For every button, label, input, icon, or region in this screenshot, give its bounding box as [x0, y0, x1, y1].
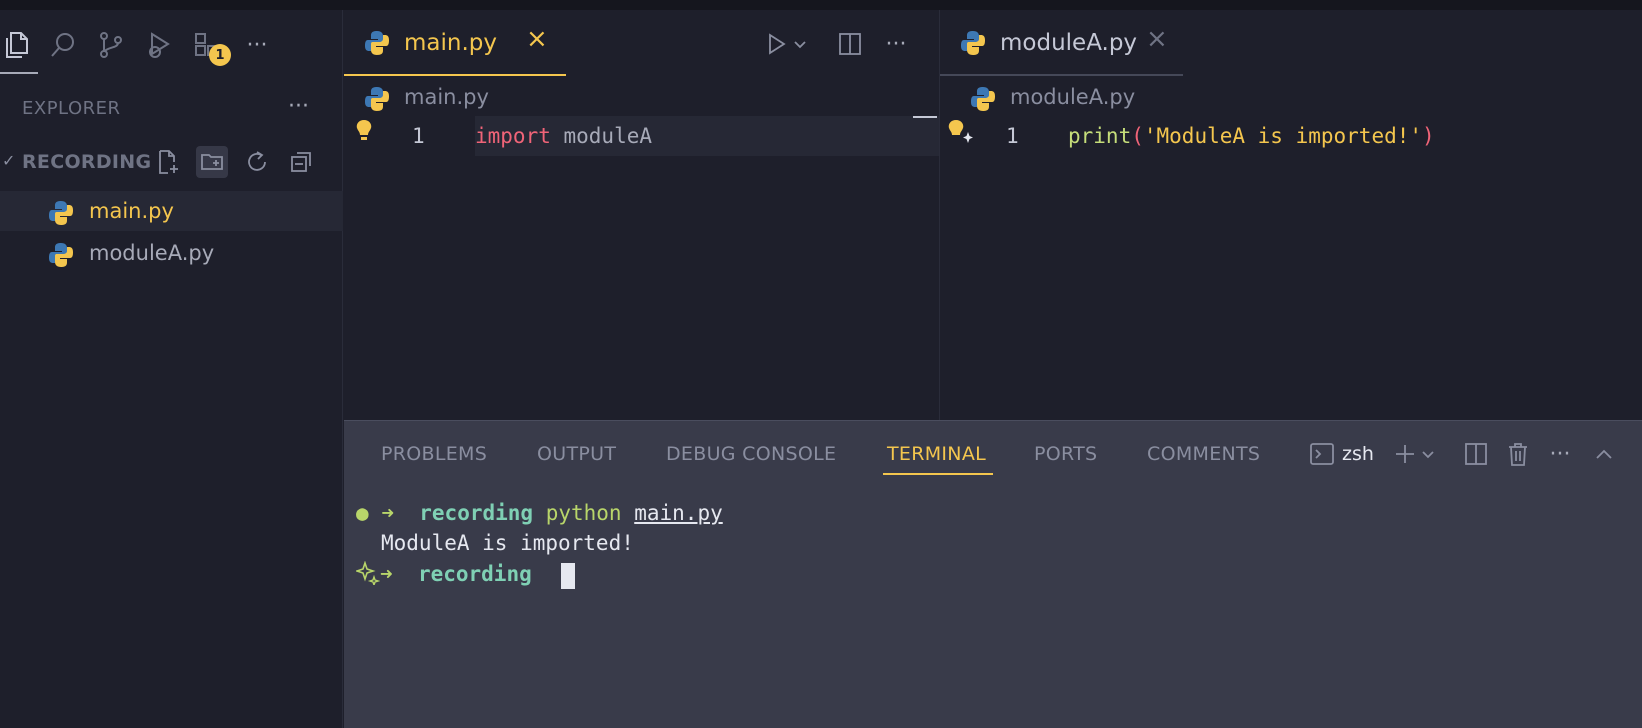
- title-strip: [0, 0, 1642, 10]
- terminal-icon[interactable]: [1306, 437, 1338, 471]
- code-paren-close: ): [1422, 124, 1435, 148]
- run-debug-icon[interactable]: [142, 28, 176, 62]
- breadcrumb-label: moduleA.py: [1010, 85, 1136, 109]
- tab-label: main.py: [404, 30, 497, 56]
- code-function: print: [1068, 124, 1132, 148]
- chevron-down-icon[interactable]: [790, 28, 810, 60]
- terminal-command: python: [545, 501, 622, 525]
- tab-main-py[interactable]: main.py ×: [344, 10, 566, 76]
- tab-comments[interactable]: COMMENTS: [1147, 443, 1260, 465]
- python-file-icon: [49, 201, 73, 225]
- explorer-icon[interactable]: [0, 28, 34, 62]
- maximize-panel-icon[interactable]: [1588, 437, 1620, 471]
- prompt-arrow-icon: ➜: [380, 562, 393, 586]
- close-icon[interactable]: ×: [1146, 24, 1168, 54]
- tab-output[interactable]: OUTPUT: [537, 443, 616, 465]
- tab-moduleA-py[interactable]: moduleA.py ×: [940, 10, 1183, 76]
- file-item-moduleA[interactable]: moduleA.py: [0, 233, 343, 273]
- editor-group-left: main.py × ··· main.py: [344, 10, 938, 420]
- file-item-main[interactable]: main.py: [0, 191, 343, 231]
- line-number: 1: [1006, 124, 1019, 148]
- refresh-icon[interactable]: [241, 146, 273, 178]
- file-name: main.py: [89, 199, 174, 223]
- tab-label: moduleA.py: [1000, 30, 1138, 56]
- run-icon[interactable]: [760, 28, 792, 60]
- source-control-icon[interactable]: [94, 28, 128, 62]
- sparkle-icon: [354, 560, 381, 588]
- explorer-more-icon[interactable]: ···: [288, 94, 309, 119]
- terminal-line: ● ➜ recording python main.py: [356, 501, 723, 525]
- folder-row[interactable]: ✓ RECORDING: [0, 144, 343, 180]
- python-file-icon: [365, 87, 389, 111]
- new-folder-icon[interactable]: [196, 146, 228, 178]
- python-file-icon: [971, 87, 995, 111]
- sparkle-lightbulb-icon[interactable]: [946, 118, 974, 146]
- code-string: 'ModuleA is imported!': [1143, 124, 1423, 148]
- extensions-badge: 1: [209, 44, 231, 66]
- sidebar: 1 ··· EXPLORER ··· ✓ RECORDING main.py m…: [0, 10, 343, 728]
- trash-icon[interactable]: [1502, 437, 1534, 471]
- file-name: moduleA.py: [89, 241, 215, 265]
- line-number: 1: [412, 124, 425, 148]
- code-line[interactable]: 1 import moduleA: [344, 116, 938, 156]
- collapse-all-icon[interactable]: [286, 146, 318, 178]
- bottom-panel: PROBLEMS OUTPUT DEBUG CONSOLE TERMINAL P…: [344, 420, 1642, 728]
- active-view-indicator: [0, 72, 38, 74]
- more-actions-icon[interactable]: ···: [880, 28, 912, 60]
- breadcrumb-label: main.py: [404, 85, 489, 109]
- prompt-directory: recording: [419, 501, 534, 525]
- status-dot-icon: ●: [356, 501, 369, 525]
- terminal-cursor[interactable]: [561, 563, 575, 589]
- terminal-line: ➜ recording: [354, 560, 532, 588]
- more-actions-icon[interactable]: ···: [240, 28, 274, 62]
- code-text: import moduleA: [475, 124, 652, 148]
- more-actions-icon[interactable]: ···: [1544, 437, 1576, 471]
- chevron-down-icon[interactable]: ✓: [2, 151, 15, 170]
- chevron-down-icon[interactable]: [1418, 437, 1438, 471]
- code-text: print('ModuleA is imported!'): [1068, 124, 1435, 148]
- python-file-icon: [365, 31, 389, 55]
- new-file-icon[interactable]: [152, 146, 184, 178]
- split-terminal-icon[interactable]: [1460, 437, 1492, 471]
- tab-problems[interactable]: PROBLEMS: [381, 443, 487, 465]
- terminal-output-text: ModuleA is imported!: [381, 531, 634, 555]
- prompt-directory: recording: [417, 562, 532, 586]
- tab-terminal[interactable]: TERMINAL: [887, 443, 986, 465]
- search-icon[interactable]: [46, 28, 80, 62]
- explorer-title: EXPLORER: [22, 98, 121, 119]
- add-terminal-icon[interactable]: [1390, 437, 1420, 471]
- code-identifier: moduleA: [550, 124, 653, 148]
- terminal-output: ModuleA is imported!: [381, 531, 634, 555]
- code-keyword: import: [475, 124, 551, 148]
- minimap-marker: [913, 116, 937, 118]
- python-file-icon: [961, 31, 985, 55]
- prompt-arrow-icon: ➜: [381, 501, 394, 525]
- code-paren-open: (: [1131, 124, 1144, 148]
- code-line[interactable]: 1 print('ModuleA is imported!'): [940, 116, 1642, 156]
- terminal-shell-name[interactable]: zsh: [1342, 443, 1374, 465]
- active-tab-indicator: [883, 473, 993, 475]
- tab-ports[interactable]: PORTS: [1034, 443, 1097, 465]
- terminal-argument[interactable]: main.py: [634, 501, 723, 525]
- python-file-icon: [49, 243, 73, 267]
- tab-debug-console[interactable]: DEBUG CONSOLE: [666, 443, 836, 465]
- editor-group-right: moduleA.py × moduleA.py 1 print('ModuleA…: [939, 10, 1642, 420]
- close-icon[interactable]: ×: [526, 24, 548, 54]
- folder-name: RECORDING: [22, 151, 152, 173]
- split-editor-icon[interactable]: [834, 28, 866, 60]
- lightbulb-icon[interactable]: [354, 118, 374, 144]
